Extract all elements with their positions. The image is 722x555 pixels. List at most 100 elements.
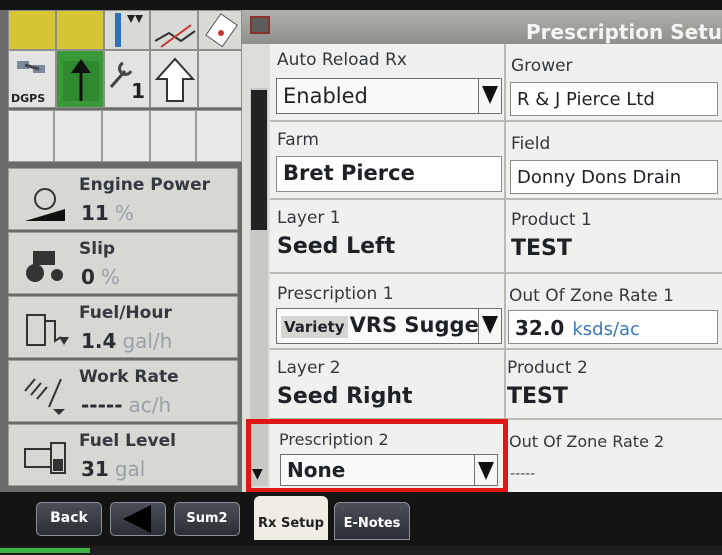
- prescription1-label: Prescription 1: [277, 284, 394, 304]
- grower-field[interactable]: R & J Pierce Ltd: [510, 82, 718, 116]
- dropdown-arrow-icon: [478, 79, 501, 113]
- layer2-label: Layer 2: [277, 358, 341, 378]
- section-control-icon: [63, 59, 99, 101]
- screen-bezel-bottom: [0, 546, 722, 555]
- page-title: Prescription Setu: [525, 20, 722, 44]
- auto-reload-label: Auto Reload Rx: [277, 50, 407, 70]
- tab-rx-setup[interactable]: Rx Setup: [254, 496, 328, 540]
- dropdown-arrow-icon: [478, 309, 501, 343]
- grower-label: Grower: [511, 56, 573, 76]
- shortcut-slot-2[interactable]: [54, 110, 102, 162]
- layer2-cell: Layer 2 Seed Right: [277, 358, 413, 409]
- row-divider: [270, 272, 722, 274]
- title-bar: Prescription Setu: [242, 10, 722, 44]
- back-button[interactable]: Back: [36, 502, 102, 536]
- product1-cell: Product 1 TEST: [511, 210, 592, 261]
- layer1-cell: Layer 1 Seed Left: [277, 208, 395, 259]
- prescription1-cell: Prescription 1: [277, 284, 394, 304]
- arrow-up-icon: [154, 57, 196, 102]
- fuel-tank-icon: [24, 442, 66, 474]
- prescription1-dropdown[interactable]: Variety VRS Sugge: [276, 308, 502, 344]
- product2-value: TEST: [507, 384, 568, 409]
- documentation-icon: [205, 13, 238, 48]
- gauge-label: Work Rate: [79, 367, 179, 387]
- tab-e-notes[interactable]: E-Notes: [334, 502, 410, 540]
- prescription1-prefix: Variety: [281, 316, 348, 338]
- status-cell-2: [56, 10, 104, 50]
- gauge-slip[interactable]: Slip 0%: [8, 232, 238, 294]
- row-divider: [270, 198, 722, 200]
- gauge-label: Engine Power: [79, 175, 211, 195]
- shortcut-slot-3[interactable]: [102, 110, 150, 162]
- gauge-engine-power[interactable]: Engine Power 11%: [8, 168, 238, 230]
- product1-label: Product 1: [511, 210, 592, 230]
- grower-cell: Grower: [511, 56, 573, 76]
- gps-status[interactable]: DGPS: [8, 50, 56, 108]
- layer1-label: Layer 1: [277, 208, 341, 228]
- gps-label: DGPS: [11, 92, 46, 105]
- status-cell-4[interactable]: [150, 10, 198, 50]
- page-up-button[interactable]: [150, 50, 198, 108]
- row-divider: [270, 348, 722, 350]
- status-cell-3[interactable]: [104, 10, 150, 50]
- ooz-rate2-label: Out Of Zone Rate 2: [509, 432, 665, 451]
- auto-reload-value: Enabled: [283, 84, 368, 108]
- ooz-rate1-value: 32.0: [515, 316, 565, 340]
- left-status-panel: DGPS 1 Engine Power 11% Slip 0 % Fuel/Ho…: [0, 10, 242, 492]
- status-cell-5[interactable]: [198, 10, 242, 50]
- previous-page-button[interactable]: [110, 502, 166, 536]
- shortcut-slot-1[interactable]: [8, 110, 54, 162]
- maintenance-status[interactable]: 1: [104, 50, 150, 108]
- gauge-value: 1.4 gal/h: [81, 329, 173, 353]
- product2-label: Product 2: [507, 358, 588, 378]
- section-control-status[interactable]: [56, 50, 104, 108]
- gauge-value: ----- ac/h: [81, 393, 172, 417]
- prescription1-value: VRS Sugge: [349, 313, 479, 337]
- fuel-pump-icon: [26, 314, 69, 346]
- bottom-navigation-bar: Back Sum2 Rx Setup E-Notes: [0, 492, 722, 546]
- gauge-label: Fuel/Hour: [79, 303, 172, 323]
- highlight-box: [246, 419, 508, 493]
- field-cell: Field: [511, 134, 550, 154]
- scrollbar-thumb[interactable]: [251, 90, 267, 230]
- product2-cell: Product 2 TEST: [507, 358, 588, 409]
- shortcut-slot-4[interactable]: [150, 110, 196, 162]
- green-strip: [0, 548, 90, 553]
- gauge-label: Slip: [79, 239, 116, 259]
- status-cell-blank: [198, 50, 242, 108]
- auto-reload-dropdown[interactable]: Enabled: [276, 78, 502, 114]
- field-boundary-icon: [154, 24, 196, 48]
- layer2-value: Seed Right: [277, 384, 413, 409]
- gauge-value: 11%: [81, 201, 134, 225]
- layer1-value: Seed Left: [277, 234, 396, 259]
- farm-cell: Farm: [277, 130, 319, 150]
- status-cell-1: [8, 10, 56, 50]
- ooz-rate2-value: -----: [510, 466, 536, 482]
- ooz-rate1-label: Out Of Zone Rate 1: [509, 286, 674, 306]
- implement-icon: [115, 13, 143, 47]
- ooz-rate1-cell: Out Of Zone Rate 1: [509, 286, 674, 306]
- gauge-fuel-level[interactable]: Fuel Level 31 gal: [8, 424, 238, 486]
- gauge-work-rate[interactable]: Work Rate ----- ac/h: [8, 360, 238, 422]
- gauge-label: Fuel Level: [79, 431, 176, 451]
- arrow-left-icon: [123, 505, 151, 533]
- gauge-value: 0%: [81, 265, 120, 289]
- satellite-icon: [17, 61, 45, 73]
- shortcut-slot-5[interactable]: [196, 110, 242, 162]
- ooz-rate1-unit: ksds/ac: [572, 319, 640, 340]
- ooz-rate1-field[interactable]: 32.0 ksds/ac: [508, 310, 718, 344]
- work-rate-icon: [24, 378, 65, 415]
- farm-label: Farm: [277, 130, 319, 150]
- sum2-button[interactable]: Sum2: [174, 502, 240, 536]
- engine-icon: [25, 188, 65, 221]
- field-field[interactable]: Donny Dons Drain: [510, 160, 718, 194]
- field-label: Field: [511, 134, 551, 154]
- row-divider: [270, 120, 722, 122]
- gauge-fuel-hour[interactable]: Fuel/Hour 1.4 gal/h: [8, 296, 238, 358]
- page-icon: [250, 16, 270, 34]
- ooz-rate2-cell: Out Of Zone Rate 2: [509, 432, 664, 451]
- wrench-count: 1: [131, 79, 145, 103]
- tractor-slip-icon: [26, 251, 63, 282]
- product1-value: TEST: [511, 236, 572, 261]
- farm-field[interactable]: Bret Pierce: [276, 156, 502, 192]
